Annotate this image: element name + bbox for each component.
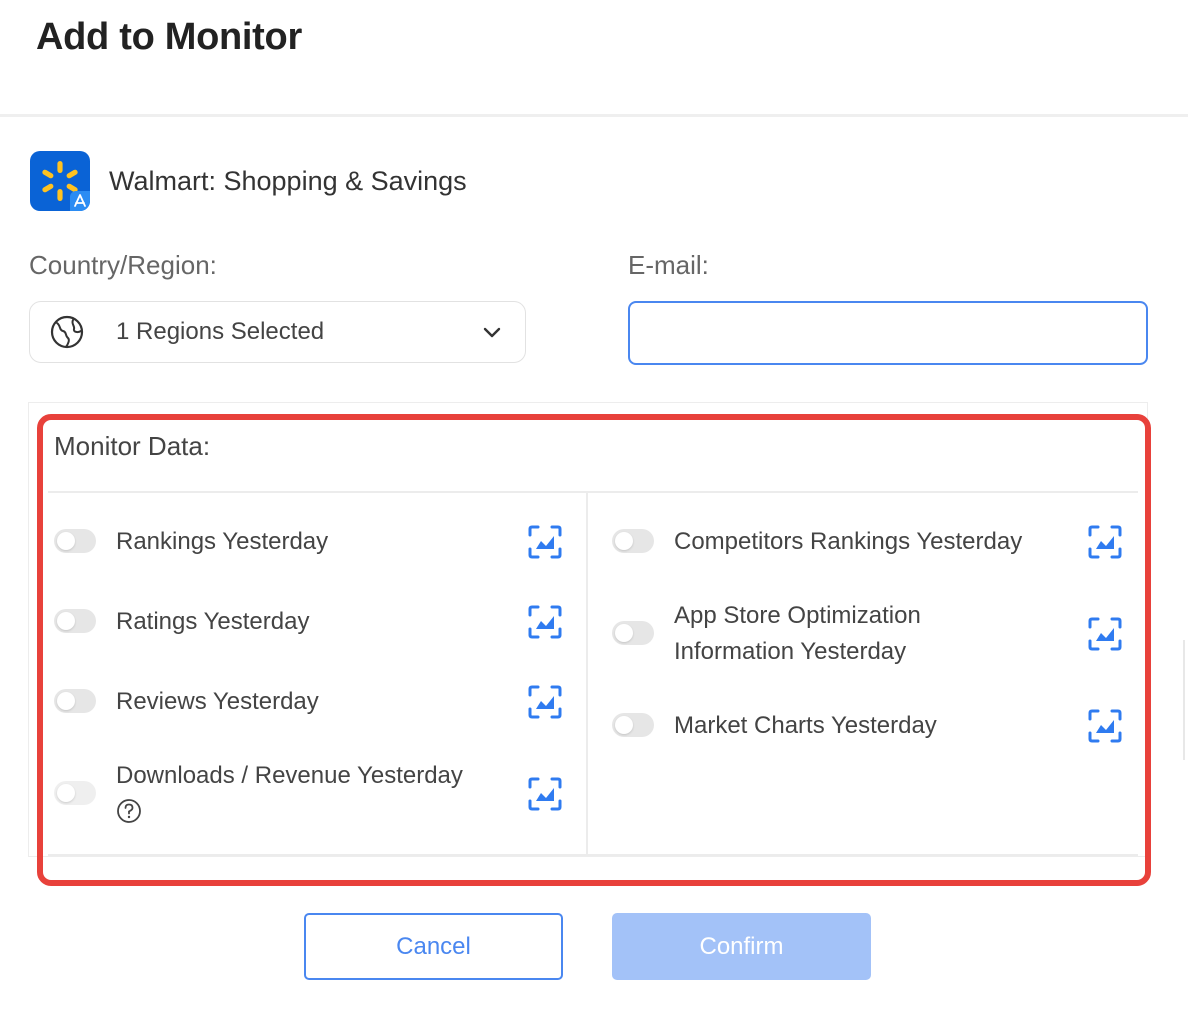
region-select[interactable]: 1 Regions Selected: [29, 301, 526, 363]
confirm-button[interactable]: Confirm: [612, 913, 871, 980]
toggle-rankings[interactable]: [54, 529, 96, 553]
chart-preview-icon: [1088, 709, 1122, 743]
monitor-data-title: Monitor Data:: [54, 431, 211, 461]
competitors-rankings-chart-button[interactable]: [1087, 524, 1123, 560]
rankings-label: Rankings Yesterday: [116, 528, 329, 555]
reviews-label: Reviews Yesterday: [116, 688, 319, 715]
aso-information-line1: App Store Optimization: [674, 602, 921, 629]
toggle-competitors-rankings[interactable]: [612, 529, 654, 553]
chart-preview-icon: [528, 605, 562, 639]
region-select-value: 1 Regions Selected: [116, 318, 325, 345]
chart-preview-icon: [528, 525, 562, 559]
chevron-down-icon: [479, 319, 505, 345]
aso-information-label: App Store Optimization Information Yeste…: [674, 598, 921, 670]
app-store-badge-icon: [70, 191, 90, 211]
cancel-button[interactable]: Cancel: [304, 913, 563, 980]
downloads-revenue-label: Downloads / Revenue Yesterday: [116, 758, 463, 824]
chart-preview-icon: [1088, 617, 1122, 651]
header-divider: [0, 114, 1188, 117]
email-field[interactable]: [628, 301, 1148, 365]
chart-preview-icon: [1088, 525, 1122, 559]
toggle-aso-information[interactable]: [612, 621, 654, 645]
question-circle-icon[interactable]: [116, 798, 142, 824]
competitors-rankings-label: Competitors Rankings Yesterday: [674, 528, 1023, 555]
scrollbar-track[interactable]: [1183, 640, 1185, 760]
country-region-label: Country/Region:: [29, 250, 217, 280]
panel-column-divider: [586, 491, 588, 855]
reviews-chart-button[interactable]: [527, 684, 563, 720]
aso-information-line2: Information Yesterday: [674, 638, 907, 665]
walmart-spark-icon: [30, 151, 90, 211]
email-label: E-mail:: [628, 250, 709, 280]
globe-icon: [48, 313, 86, 351]
chart-preview-icon: [528, 777, 562, 811]
chart-preview-icon: [528, 685, 562, 719]
toggle-ratings[interactable]: [54, 609, 96, 633]
rankings-chart-button[interactable]: [527, 524, 563, 560]
market-charts-label: Market Charts Yesterday: [674, 712, 937, 739]
ratings-chart-button[interactable]: [527, 604, 563, 640]
panel-divider: [48, 491, 1138, 493]
toggle-market-charts[interactable]: [612, 713, 654, 737]
aso-information-chart-button[interactable]: [1087, 616, 1123, 652]
market-charts-chart-button[interactable]: [1087, 708, 1123, 744]
app-row: Walmart: Shopping & Savings: [30, 151, 467, 211]
ratings-label: Ratings Yesterday: [116, 608, 310, 635]
toggle-reviews[interactable]: [54, 689, 96, 713]
downloads-revenue-text: Downloads / Revenue Yesterday: [116, 762, 463, 789]
panel-bottom-divider: [48, 854, 1138, 856]
downloads-revenue-chart-button[interactable]: [527, 776, 563, 812]
toggle-downloads-revenue[interactable]: [54, 781, 96, 805]
app-name: Walmart: Shopping & Savings: [109, 165, 467, 196]
dialog-title: Add to Monitor: [36, 16, 302, 58]
